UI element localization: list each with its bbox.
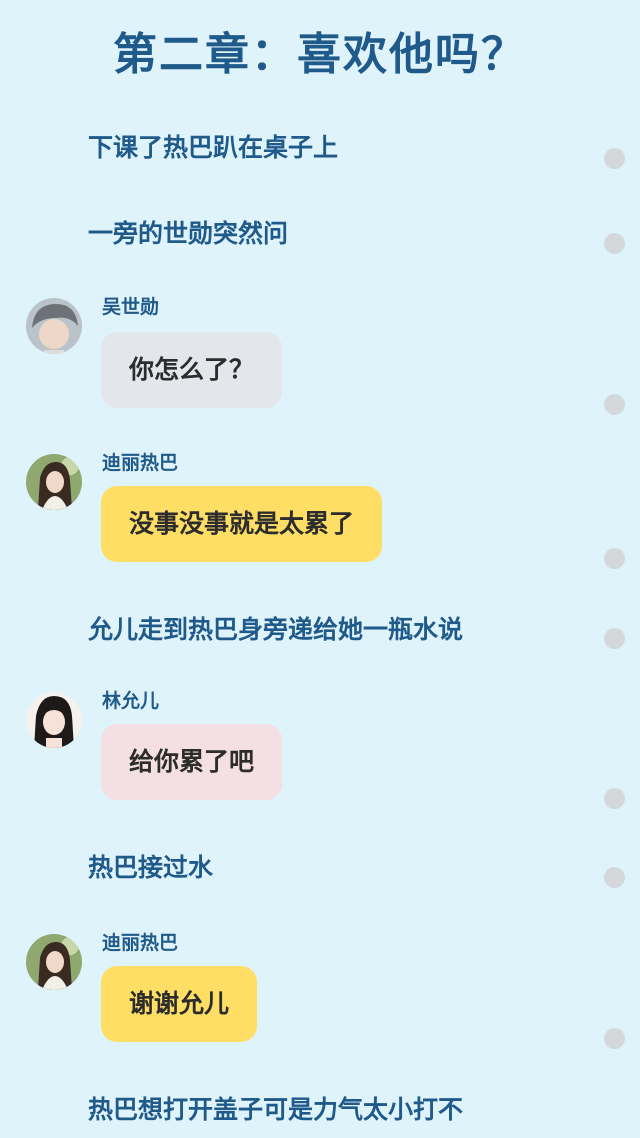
scroll-dot [604,233,625,254]
speaker-name: 吴世勋 [102,296,160,318]
scroll-dot [604,148,625,169]
scroll-dot [604,867,625,888]
narration-line: 下课了热巴趴在桌子上 [88,133,339,162]
speaker-name: 迪丽热巴 [102,452,179,474]
narration-line: 热巴接过水 [88,853,214,882]
speaker-name: 迪丽热巴 [102,932,179,954]
avatar-lin-yoona [26,692,82,748]
scroll-dot [604,1028,625,1049]
avatar-wu-shixun [26,298,82,354]
chapter-title: 第二章：喜欢他吗？ [113,29,527,80]
narration-line: 热巴想打开盖子可是力气太小打不 [88,1095,464,1124]
message-bubble: 谢谢允儿 [101,966,258,1042]
message-bubble: 给你累了吧 [101,724,283,800]
scroll-dot [604,788,625,809]
scroll-dot [604,548,625,569]
avatar-dilraba [26,934,82,990]
speaker-name: 林允儿 [102,690,160,712]
narration-line: 一旁的世勋突然问 [88,219,289,248]
narration-line: 允儿走到热巴身旁递给她一瓶水说 [88,615,464,644]
message-bubble: 没事没事就是太累了 [101,486,383,562]
scroll-dot [604,394,625,415]
avatar-dilraba [26,454,82,510]
message-bubble: 你怎么了？ [101,332,283,408]
scroll-dot [604,628,625,649]
